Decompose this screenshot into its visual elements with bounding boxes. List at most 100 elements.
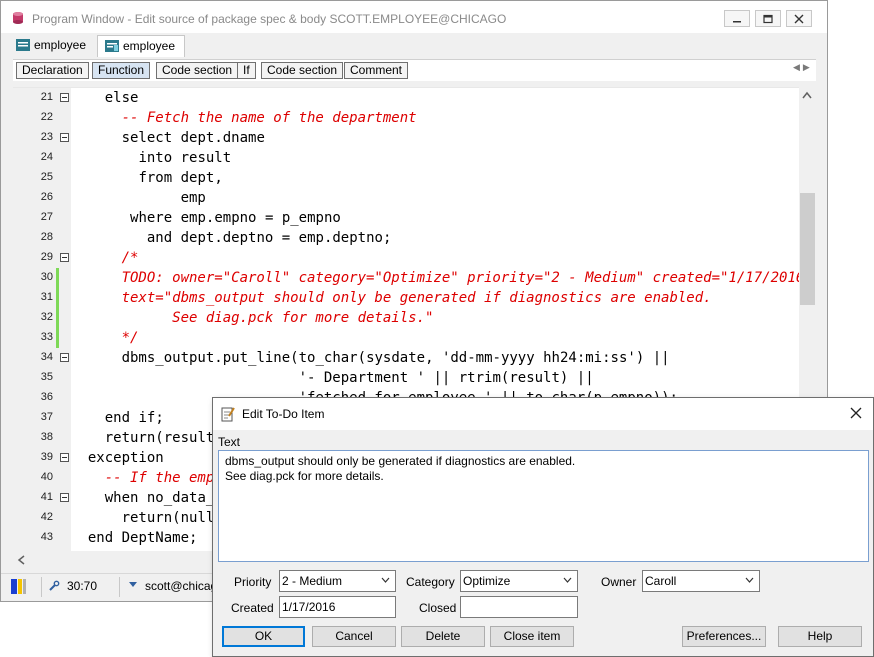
dialog-titlebar[interactable]: Edit To-Do Item	[213, 398, 873, 430]
code-line: exception	[87, 450, 164, 466]
status-separator	[119, 577, 120, 597]
cursor-position: 30:70	[67, 579, 98, 593]
code-line: text="dbms_output should only be generat…	[71, 290, 712, 306]
scrollbar-thumb[interactable]	[800, 193, 815, 305]
created-field[interactable]: 1/17/2016	[279, 596, 396, 618]
category-label: Category	[406, 575, 455, 589]
preferences-button[interactable]: Preferences...	[682, 626, 766, 647]
package-spec-icon	[16, 39, 30, 51]
fold-toggle-icon[interactable]	[60, 93, 69, 102]
window-titlebar[interactable]: Program Window - Edit source of package …	[1, 1, 827, 33]
cancel-button[interactable]: Cancel	[312, 626, 396, 647]
scroll-up-icon[interactable]	[802, 91, 812, 99]
fold-toggle-icon[interactable]	[60, 453, 69, 462]
code-navigation-bar: Declaration Function Code section If Cod…	[13, 59, 816, 81]
line-number: 39	[40, 451, 53, 463]
tab-employee-body[interactable]: employee	[97, 35, 185, 57]
todo-text-line: dbms_output should only be generated if …	[225, 454, 576, 468]
line-number: 33	[40, 331, 53, 343]
line-number: 41	[40, 491, 53, 503]
code-line: select dept.dname	[121, 130, 265, 146]
code-line: return(result);	[104, 430, 231, 446]
code-line: else	[104, 90, 139, 106]
nav-declaration[interactable]: Declaration	[16, 62, 89, 79]
nav-code-section[interactable]: Code section	[156, 62, 239, 79]
minimize-button[interactable]	[724, 10, 750, 27]
status-separator	[41, 577, 42, 597]
fold-toggle-icon[interactable]	[60, 133, 69, 142]
code-line: end DeptName;	[87, 530, 198, 546]
todo-text-field[interactable]: dbms_output should only be generated if …	[218, 450, 869, 562]
change-marker	[56, 328, 59, 348]
line-number: 25	[40, 171, 53, 183]
ok-button[interactable]: OK	[222, 626, 305, 647]
fold-toggle-icon[interactable]	[60, 253, 69, 262]
fold-toggle-icon[interactable]	[60, 493, 69, 502]
file-tab-bar: employee employee	[1, 33, 827, 57]
nav-scroll-arrows[interactable]: ◀▶	[793, 63, 813, 73]
close-item-button[interactable]: Close item	[490, 626, 574, 647]
line-number: 28	[40, 231, 53, 243]
close-window-button[interactable]	[786, 10, 812, 27]
line-number: 40	[40, 471, 53, 483]
line-number: 26	[40, 191, 53, 203]
chevron-down-icon	[381, 577, 390, 583]
code-line: end if;	[104, 410, 164, 426]
created-label: Created	[231, 601, 274, 615]
line-number: 21	[40, 91, 53, 103]
edit-todo-dialog: Edit To-Do Item Text dbms_output should …	[212, 397, 874, 657]
scroll-left-icon[interactable]	[17, 555, 25, 565]
tab-label: employee	[123, 39, 176, 53]
line-number: 35	[40, 371, 53, 383]
code-line: where emp.empno = p_empno	[130, 210, 341, 226]
tab-employee-spec[interactable]: employee	[9, 35, 96, 57]
code-line: from dept,	[138, 170, 223, 186]
priority-value: 2 - Medium	[282, 574, 343, 588]
text-label: Text	[218, 435, 241, 449]
code-line: emp	[180, 190, 206, 206]
close-icon[interactable]	[850, 407, 862, 419]
line-number: 22	[40, 111, 53, 123]
nav-function[interactable]: Function	[92, 62, 151, 79]
line-number: 23	[40, 131, 53, 143]
code-line: dbms_output.put_line(to_char(sysdate, 'd…	[121, 350, 670, 366]
line-number: 34	[40, 351, 53, 363]
line-number: 38	[40, 431, 53, 443]
line-number: 29	[40, 251, 53, 263]
priority-select[interactable]: 2 - Medium	[279, 570, 396, 592]
owner-value: Caroll	[645, 574, 677, 588]
code-line: -- Fetch the name of the department	[71, 110, 417, 126]
close-icon	[794, 14, 804, 24]
priority-label: Priority	[234, 575, 272, 589]
chevron-down-icon[interactable]	[128, 581, 138, 588]
change-marker	[56, 268, 59, 288]
dialog-title: Edit To-Do Item	[242, 407, 325, 421]
maximize-button[interactable]	[755, 10, 781, 27]
category-select[interactable]: Optimize	[460, 570, 578, 592]
line-number: 37	[40, 411, 53, 423]
code-line: */	[71, 330, 139, 346]
line-number: 31	[40, 291, 53, 303]
fold-toggle-icon[interactable]	[60, 353, 69, 362]
code-line: TODO: owner="Caroll" category="Optimize"…	[71, 270, 813, 286]
delete-button[interactable]: Delete	[401, 626, 485, 647]
owner-select[interactable]: Caroll	[642, 570, 760, 592]
edit-note-icon	[221, 407, 235, 422]
line-number-gutter: 21 22 23 24 25 26 27 28 29 30 31 32 33 34 35 36 37 38 39 40…	[13, 88, 71, 565]
color-bars-icon	[11, 579, 26, 594]
chevron-down-icon	[563, 577, 572, 583]
maximize-icon	[763, 14, 773, 24]
nav-comment[interactable]: Comment	[344, 62, 409, 79]
code-line: /*	[71, 250, 139, 266]
package-body-icon	[105, 40, 119, 52]
database-icon	[13, 12, 23, 24]
help-button[interactable]: Help	[778, 626, 862, 647]
nav-code-section-2[interactable]: Code section	[261, 62, 344, 79]
closed-label: Closed	[419, 601, 457, 615]
chevron-down-icon	[745, 577, 754, 583]
line-number: 43	[40, 531, 53, 543]
closed-field[interactable]	[460, 596, 578, 618]
change-marker	[56, 288, 59, 308]
window-title: Program Window - Edit source of package …	[32, 12, 507, 26]
nav-if[interactable]: If	[237, 62, 256, 79]
